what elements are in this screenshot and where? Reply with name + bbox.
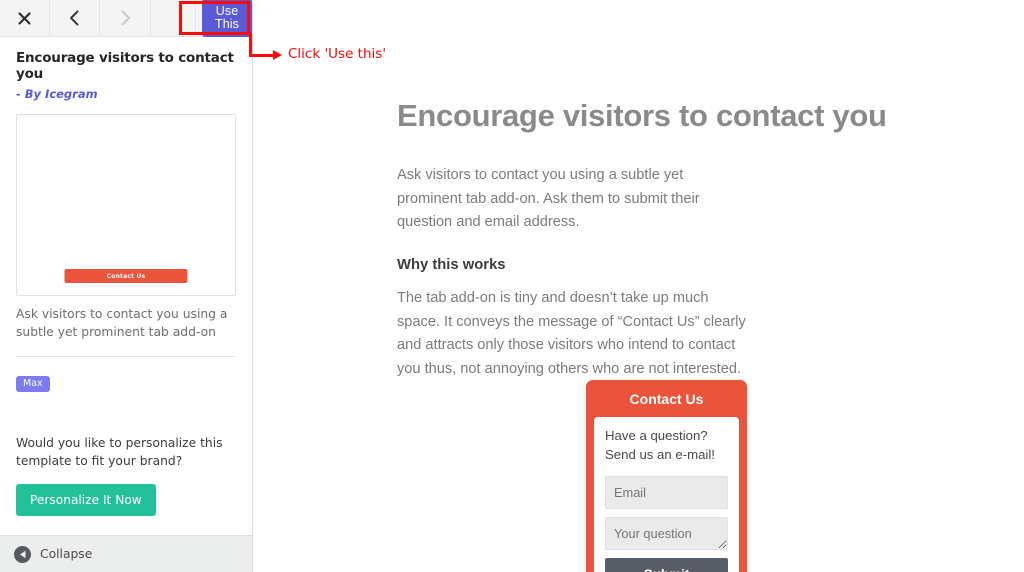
contact-us-widget: Contact Us Have a question? Send us an e… xyxy=(586,380,747,572)
annotation-line-horizontal xyxy=(249,54,275,57)
contact-widget-header: Contact Us xyxy=(629,391,704,407)
close-icon xyxy=(18,11,31,25)
why-this-works-heading: Why this works xyxy=(397,256,506,273)
use-this-button[interactable]: Use This xyxy=(202,0,253,37)
contact-widget-prompt: Have a question? Send us an e-mail! xyxy=(605,428,715,462)
close-button[interactable] xyxy=(0,0,51,36)
template-title: Encourage visitors to contact you xyxy=(16,50,234,82)
question-field[interactable] xyxy=(605,517,728,551)
email-field[interactable] xyxy=(605,476,728,510)
personalize-prompt: Would you like to personalize this templ… xyxy=(16,436,223,468)
toolbar-spacer xyxy=(151,0,197,36)
collapse-label: Collapse xyxy=(40,547,93,561)
chevron-left-icon xyxy=(69,10,80,26)
page-title: Encourage visitors to contact you xyxy=(397,98,887,133)
back-button[interactable] xyxy=(50,0,101,36)
main-content: Encourage visitors to contact you Ask vi… xyxy=(254,0,1024,572)
badge-row: Max xyxy=(16,371,236,393)
collapse-button[interactable]: Collapse xyxy=(0,535,252,572)
sidebar-body: Encourage visitors to contact you - By I… xyxy=(0,37,252,535)
toolbar-actions: Use This xyxy=(196,0,253,37)
preview-contact-us-tab: Contact Us xyxy=(64,269,188,283)
sidebar-toolbar: Use This xyxy=(0,0,253,37)
personalize-it-now-button[interactable]: Personalize It Now xyxy=(16,483,156,517)
why-this-works-body: The tab add-on is tiny and doesn’t take … xyxy=(397,289,746,377)
template-description: Ask visitors to contact you using a subt… xyxy=(16,306,236,357)
template-author: - By Icegram xyxy=(16,87,98,101)
submit-button[interactable]: Submit xyxy=(605,558,728,572)
annotation-arrowhead xyxy=(273,50,282,60)
template-sidebar: Use This Encourage visitors to contact y… xyxy=(0,0,253,572)
circle-left-arrow-icon xyxy=(14,545,31,563)
contact-widget-body: Have a question? Send us an e-mail! Subm… xyxy=(594,417,739,572)
annotation-text: Click 'Use this' xyxy=(288,46,387,62)
intro-paragraph: Ask visitors to contact you using a subt… xyxy=(397,167,700,231)
forward-button[interactable] xyxy=(100,0,151,36)
template-preview[interactable]: Contact Us xyxy=(16,114,236,296)
chevron-right-icon xyxy=(120,10,131,26)
status-badge-max: Max xyxy=(16,375,50,393)
